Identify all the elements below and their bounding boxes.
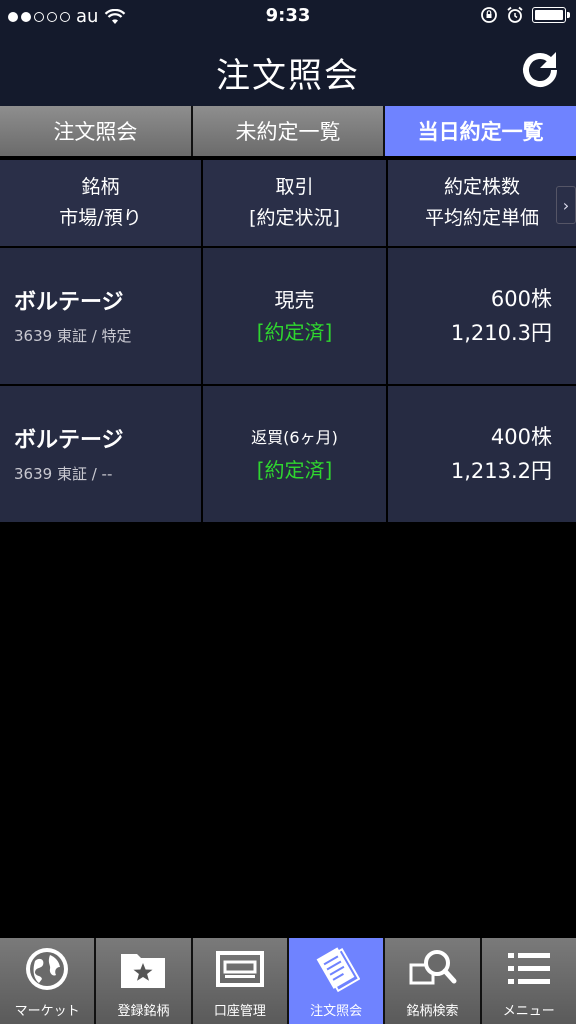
- executions-table: 銘柄 市場/預り 取引 [約定状況] 約定株数 平均約定単価 ボルテージ 363…: [0, 160, 576, 524]
- execution-status: [約定済]: [256, 320, 333, 344]
- search-icon: [409, 950, 457, 985]
- tabbar-label: メニュー: [502, 1004, 555, 1019]
- row-trade-cell: 現売 [約定済]: [203, 248, 386, 384]
- tabbar-item-stock-search[interactable]: 銘柄検索: [385, 938, 480, 1024]
- row-quantity-cell: 600株 1,210.3円: [388, 248, 576, 384]
- page-title: 注文照会: [216, 56, 360, 96]
- header-price-label: 平均約定単価: [424, 207, 539, 229]
- tabbar-label: 口座管理: [213, 1004, 266, 1019]
- tabbar-label: 銘柄検索: [406, 1004, 459, 1019]
- account-icon: [215, 951, 264, 987]
- trade-type: 現売: [274, 288, 315, 312]
- header-cell-trade: 取引 [約定状況]: [203, 160, 386, 246]
- average-price: 1,213.2円: [450, 459, 552, 483]
- average-price: 1,210.3円: [450, 321, 552, 345]
- tabbar-item-account[interactable]: 口座管理: [192, 938, 287, 1024]
- globe-icon: [26, 948, 69, 990]
- stock-code-market: 3639 東証 / 特定: [14, 326, 132, 345]
- row-issue-cell: ボルテージ 3639 東証 / --: [0, 386, 201, 522]
- tab-today-executed-list[interactable]: 当日約定一覧: [385, 106, 576, 156]
- stock-name: ボルテージ: [14, 289, 124, 315]
- status-bar: au 9:33: [0, 0, 576, 34]
- tab-order-inquiry[interactable]: 注文照会: [0, 106, 191, 156]
- header-market-label: 市場/預り: [59, 207, 142, 229]
- tabbar-item-registered-stocks[interactable]: 登録銘柄: [96, 938, 191, 1024]
- header-shares-label: 約定株数: [443, 176, 520, 198]
- tabbar-label: 登録銘柄: [117, 1004, 170, 1019]
- tabbar-label: 注文照会: [310, 1004, 363, 1019]
- table-row[interactable]: ボルテージ 3639 東証 / -- 返買(6ヶ月) [約定済] 400株 1,…: [0, 386, 576, 522]
- execution-status: [約定済]: [256, 458, 333, 482]
- header-status-label: [約定状況]: [249, 207, 340, 229]
- header-cell-quantity: 約定株数 平均約定単価: [388, 160, 576, 246]
- star-folder-icon: [121, 954, 166, 988]
- navigation-bar: 注文照会: [0, 34, 576, 106]
- tabbar-item-menu[interactable]: メニュー: [481, 938, 576, 1024]
- table-row[interactable]: ボルテージ 3639 東証 / 特定 現売 [約定済] 600株 1,210.3…: [0, 248, 576, 384]
- tabbar-label: マーケット: [14, 1004, 80, 1019]
- refresh-icon[interactable]: [518, 48, 562, 92]
- document-icon: [316, 947, 361, 993]
- tabbar-item-market[interactable]: マーケット: [0, 938, 95, 1024]
- row-trade-cell: 返買(6ヶ月) [約定済]: [203, 386, 386, 522]
- segmented-tabs: 注文照会 未約定一覧 当日約定一覧: [0, 106, 576, 156]
- executed-shares: 600株: [490, 287, 552, 311]
- menu-icon: [507, 953, 550, 984]
- header-trade-label: 取引: [275, 176, 314, 198]
- table-header-row: 銘柄 市場/預り 取引 [約定状況] 約定株数 平均約定単価: [0, 160, 576, 246]
- executed-shares: 400株: [490, 425, 552, 449]
- tabbar-item-order-inquiry[interactable]: 注文照会: [288, 938, 384, 1024]
- row-quantity-cell: 400株 1,213.2円: [388, 386, 576, 522]
- alarm-icon: [507, 6, 523, 23]
- tab-unexecuted-list[interactable]: 未約定一覧: [192, 106, 384, 156]
- row-issue-cell: ボルテージ 3639 東証 / 特定: [0, 248, 201, 384]
- stock-name: ボルテージ: [14, 427, 124, 453]
- scroll-right-icon[interactable]: ›: [556, 186, 576, 224]
- rotation-lock-icon: [481, 7, 497, 23]
- header-cell-issue: 銘柄 市場/預り: [0, 160, 201, 246]
- trade-type: 返買(6ヶ月): [251, 428, 338, 447]
- bottom-tab-bar: マーケット 登録銘柄 口座管理 注文照会 銘柄検索 メニュー: [0, 938, 576, 1024]
- header-issue-label: 銘柄: [81, 176, 120, 198]
- battery-icon: [532, 7, 570, 23]
- stock-code-market: 3639 東証 / --: [14, 464, 113, 483]
